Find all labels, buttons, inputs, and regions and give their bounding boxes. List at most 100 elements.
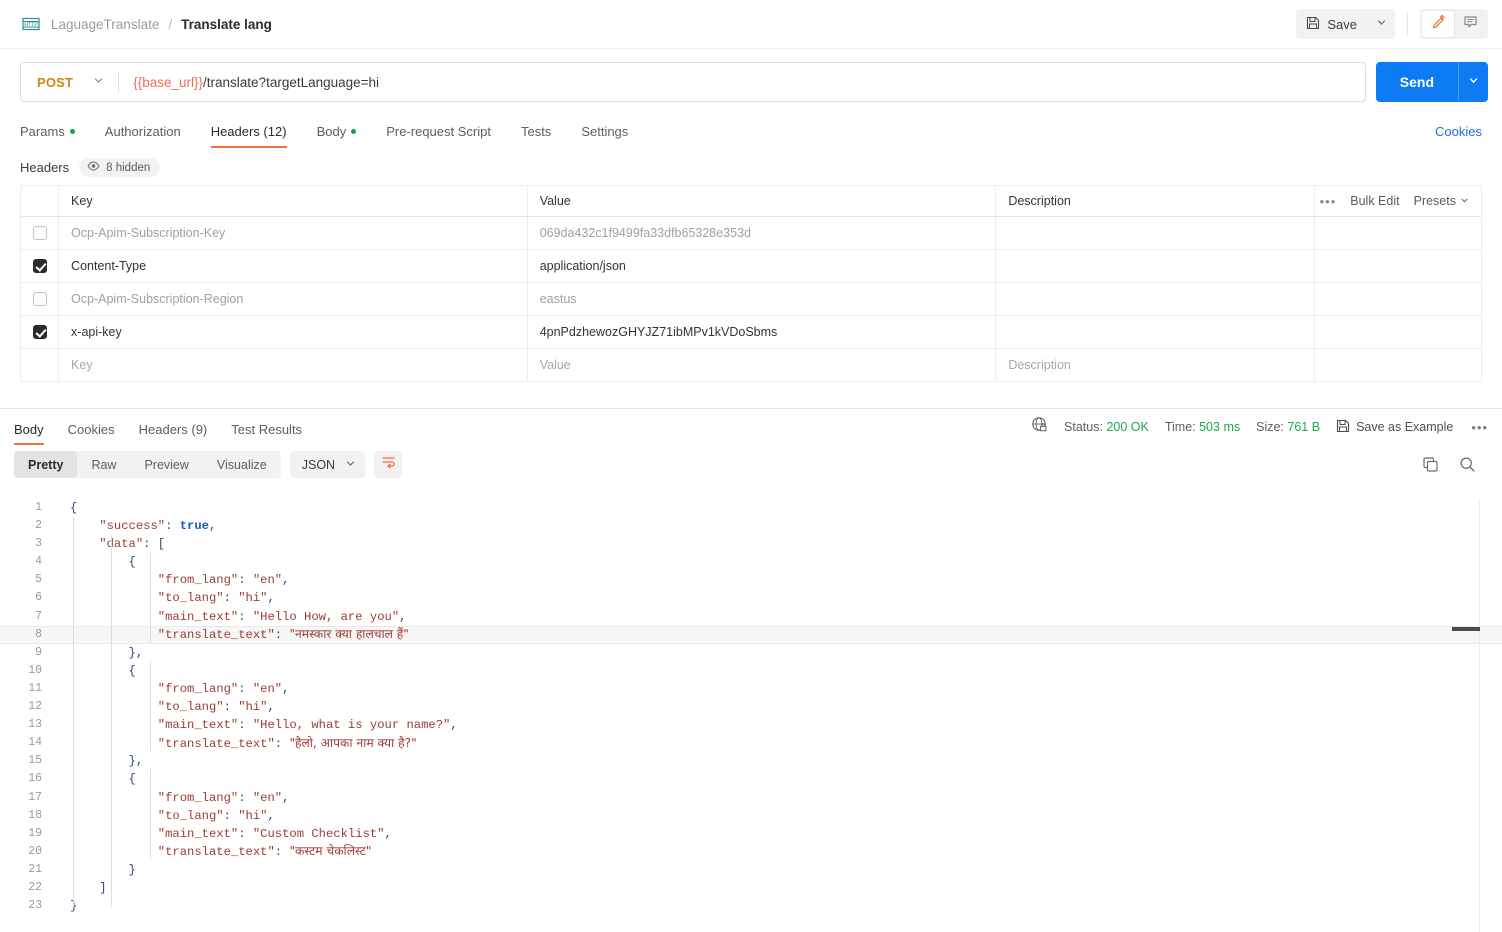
presets-button[interactable]: Presets xyxy=(1414,194,1469,208)
code-text: { xyxy=(66,770,1502,788)
send-button[interactable]: Send xyxy=(1375,62,1458,102)
tab-params[interactable]: Params xyxy=(20,124,75,148)
row-description-cell[interactable] xyxy=(995,282,1315,316)
code-token: "en" xyxy=(252,681,283,696)
response-more-icon[interactable]: ••• xyxy=(1469,420,1488,435)
response-tab-headers[interactable]: Headers (9) xyxy=(139,422,208,445)
method-selector[interactable]: POST xyxy=(21,63,118,101)
column-header-key: Key xyxy=(58,185,528,217)
tab-tests[interactable]: Tests xyxy=(521,124,551,148)
code-token: "कस्टम चेकलिस्ट" xyxy=(289,844,372,859)
http-icon: HTTP xyxy=(20,13,42,35)
table-row[interactable]: x-api-key 4pnPdzhewozGHYJZ71ibMPv1kVDoSb… xyxy=(19,315,1483,349)
tab-pre-request-script[interactable]: Pre-request Script xyxy=(386,124,491,148)
code-token: { xyxy=(128,663,136,678)
tab-label: Params xyxy=(20,124,65,139)
header-enabled-checkbox[interactable] xyxy=(32,292,47,306)
header-enabled-checkbox[interactable] xyxy=(32,259,47,273)
row-key-cell[interactable]: Ocp-Apim-Subscription-Region xyxy=(58,282,528,316)
response-tab-body[interactable]: Body xyxy=(14,422,44,445)
ellipsis-icon[interactable]: ••• xyxy=(1320,194,1337,209)
headers-table: Key Value Description ••• Bulk Edit Pres… xyxy=(19,185,1483,382)
response-view-raw[interactable]: Raw xyxy=(77,451,130,478)
response-body-viewer[interactable]: 1{2 "success": true, 3 "data": [4 {5 "fro… xyxy=(0,499,1502,932)
row-description-cell[interactable] xyxy=(995,249,1315,283)
row-checkbox-cell[interactable] xyxy=(19,282,60,316)
comment-button[interactable] xyxy=(1454,11,1486,37)
breadcrumb-separator: / xyxy=(168,16,173,32)
save-as-example-label: Save as Example xyxy=(1356,420,1454,434)
row-checkbox-cell[interactable] xyxy=(19,216,60,250)
row-key-cell[interactable]: x-api-key xyxy=(58,315,528,349)
tab-label: Pre-request Script xyxy=(386,124,491,139)
word-wrap-button[interactable] xyxy=(374,451,403,478)
tab-headers[interactable]: Headers (12) xyxy=(210,124,287,148)
row-value-cell[interactable]: application/json xyxy=(526,249,997,283)
eye-icon xyxy=(87,161,100,174)
code-token: , xyxy=(282,573,290,588)
table-row[interactable]: Content-Type application/json xyxy=(19,249,1483,283)
line-number: 21 xyxy=(28,862,42,876)
code-token: "main_text" xyxy=(157,826,239,841)
row-checkbox-cell[interactable] xyxy=(19,249,60,283)
row-value-cell[interactable]: eastus xyxy=(526,282,997,316)
response-view-pretty[interactable]: Pretty xyxy=(14,451,78,478)
response-tab-test-results[interactable]: Test Results xyxy=(231,422,302,445)
edit-mode-button[interactable] xyxy=(1422,11,1454,37)
url-box: POST {{base_url}}/translate?targetLangua… xyxy=(20,62,1366,102)
send-options-button[interactable] xyxy=(1458,62,1488,102)
response-view-visualize[interactable]: Visualize xyxy=(203,451,281,478)
search-icon[interactable] xyxy=(1459,456,1476,473)
table-row-new[interactable]: Key Value Description xyxy=(19,348,1483,382)
line-number: 11 xyxy=(28,681,42,695)
code-token: , xyxy=(267,591,275,606)
cookies-link[interactable]: Cookies xyxy=(1435,124,1482,148)
row-checkbox-cell[interactable] xyxy=(19,315,60,349)
tab-authorization[interactable]: Authorization xyxy=(105,124,181,148)
response-tab-cookies[interactable]: Cookies xyxy=(68,422,115,445)
code-token: : xyxy=(238,826,253,841)
json-code-block[interactable]: 1{2 "success": true, 3 "data": [4 {5 "fro… xyxy=(0,499,1502,915)
view-toggle-group xyxy=(1420,9,1488,39)
header-enabled-checkbox[interactable] xyxy=(32,226,47,240)
code-token: "main_text" xyxy=(157,718,239,733)
code-token: , xyxy=(267,700,275,715)
indent-guide xyxy=(150,553,151,643)
breadcrumb-collection[interactable]: LaguageTranslate xyxy=(51,17,159,32)
response-view-preview[interactable]: Preview xyxy=(130,451,202,478)
header-enabled-checkbox[interactable] xyxy=(32,325,47,339)
scrollbar-thumb[interactable] xyxy=(1452,627,1480,631)
code-token: "to_lang" xyxy=(157,591,224,606)
table-row[interactable]: Ocp-Apim-Subscription-Region eastus xyxy=(19,282,1483,316)
comment-icon xyxy=(1463,14,1478,34)
globe-lock-icon[interactable] xyxy=(1031,416,1048,438)
row-key-cell[interactable]: Ocp-Apim-Subscription-Key xyxy=(58,216,528,250)
row-key-cell[interactable]: Key xyxy=(58,348,528,382)
response-format-selector[interactable]: JSON xyxy=(289,451,366,478)
new-header-key-placeholder: Key xyxy=(71,358,93,372)
code-text: "translate_text": "कस्टम चेकलिस्ट" xyxy=(66,842,1502,861)
row-description-cell[interactable] xyxy=(995,315,1315,349)
row-description-cell[interactable] xyxy=(995,216,1315,250)
row-value-cell[interactable]: 4pnPdzhewozGHYJZ71ibMPv1kVDoSbms xyxy=(526,315,997,349)
row-value-cell[interactable]: 069da432c1f9499fa33dfb65328e353d xyxy=(526,216,997,250)
row-description-cell[interactable]: Description xyxy=(995,348,1315,382)
tab-body[interactable]: Body xyxy=(317,124,357,148)
headers-table-body: Ocp-Apim-Subscription-Key 069da432c1f949… xyxy=(19,216,1483,382)
svg-text:HTTP: HTTP xyxy=(24,22,38,28)
hidden-headers-toggle[interactable]: 8 hidden xyxy=(79,158,161,177)
copy-icon[interactable] xyxy=(1422,456,1439,473)
size-value: 761 B xyxy=(1287,420,1321,434)
size-badge: Size: 761 B xyxy=(1256,420,1320,434)
row-value-cell[interactable]: Value xyxy=(526,348,997,382)
save-as-example-button[interactable]: Save as Example xyxy=(1336,419,1453,436)
table-row[interactable]: Ocp-Apim-Subscription-Key 069da432c1f949… xyxy=(19,216,1483,250)
bulk-edit-button[interactable]: Bulk Edit xyxy=(1350,194,1399,208)
url-input[interactable]: {{base_url}}/translate?targetLanguage=hi xyxy=(119,75,1365,90)
code-token: "Hello How, are you" xyxy=(252,609,400,624)
save-options-button[interactable] xyxy=(1368,9,1395,39)
row-key-cell[interactable]: Content-Type xyxy=(58,249,528,283)
save-button[interactable]: Save xyxy=(1296,9,1368,39)
tab-settings[interactable]: Settings xyxy=(581,124,628,148)
code-line: 23} xyxy=(0,897,1502,915)
